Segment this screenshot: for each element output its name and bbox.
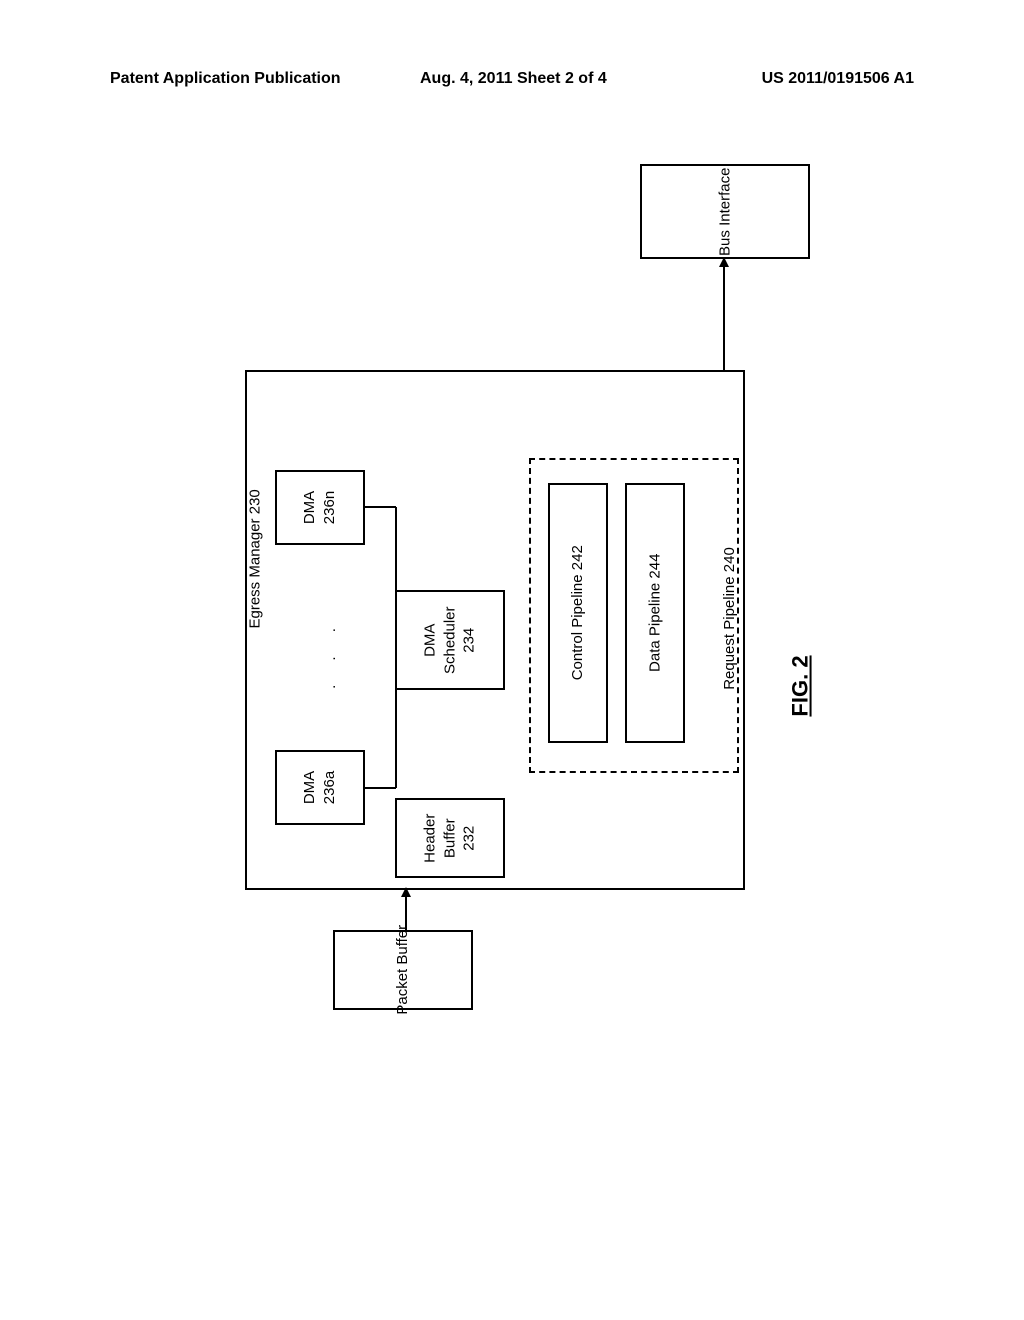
dma-236n-label: DMA 236n [301,491,340,524]
arrow-packet-to-egress [398,885,414,935]
diagram-canvas: Packet Buffer Bus Interface Egress Manag… [110,150,910,1150]
dma-236n-box: DMA 236n [275,470,365,545]
dma-scheduler-label: DMA Scheduler 234 [421,606,480,674]
header-buffer-box: Header Buffer 232 [395,798,505,878]
bus-interface-box: Bus Interface [640,164,810,259]
egress-manager-label: Egress Manager 230 [247,489,264,628]
line-dma-n-to-scheduler [364,502,424,602]
dma-236a-box: DMA 236a [275,750,365,825]
dma-ellipsis: . . . [322,618,339,689]
figure-label: FIG. 2 [788,655,814,716]
control-pipeline-label: Control Pipeline 242 [568,545,588,680]
bus-interface-label: Bus Interface [715,167,735,255]
packet-buffer-label: Packet Buffer [393,925,413,1015]
line-dma-a-to-scheduler [364,678,424,793]
request-pipeline-label: Request Pipeline 240 [721,547,738,690]
dma-scheduler-box: DMA Scheduler 234 [395,590,505,690]
control-pipeline-box: Control Pipeline 242 [548,483,608,743]
packet-buffer-box: Packet Buffer [333,930,473,1010]
header-publication: Patent Application Publication [110,70,341,88]
data-pipeline-label: Data Pipeline 244 [645,554,665,672]
dma-236a-label: DMA 236a [301,771,340,804]
arrow-egress-to-bus [716,255,732,375]
header-date-sheet: Aug. 4, 2011 Sheet 2 of 4 [420,70,607,88]
header-buffer-label: Header Buffer 232 [421,813,480,862]
header-patent-number: US 2011/0191506 A1 [762,70,914,88]
data-pipeline-box: Data Pipeline 244 [625,483,685,743]
